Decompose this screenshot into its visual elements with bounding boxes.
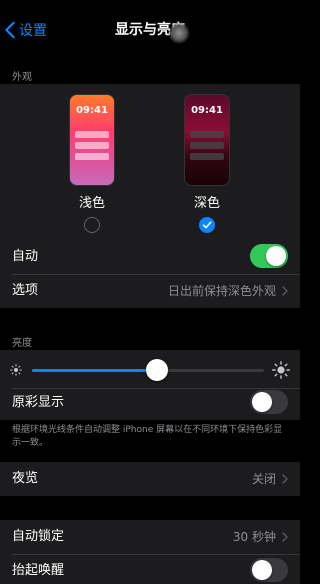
- dark-mode-option[interactable]: 09:41 深色: [172, 94, 242, 233]
- auto-appearance-row: 自动: [0, 240, 300, 274]
- checkmark-icon: [202, 221, 212, 229]
- light-mode-radio[interactable]: [84, 217, 100, 233]
- light-preview-card: [75, 153, 109, 160]
- auto-lock-label: 自动锁定: [12, 529, 65, 544]
- toggle-knob: [252, 560, 272, 580]
- dark-preview-card: [190, 131, 224, 138]
- lock-group: 自动锁定 30 秒钟 抬起唤醒: [0, 520, 300, 584]
- appearance-section-header: 外观: [12, 72, 32, 83]
- sun-small-icon: [10, 364, 22, 376]
- brightness-slider-thumb[interactable]: [146, 359, 169, 381]
- auto-lock-row[interactable]: 自动锁定 30 秒钟: [0, 520, 300, 554]
- night-shift-group: 夜览 关闭: [0, 462, 300, 496]
- brightness-group: 原彩显示: [0, 350, 300, 420]
- raise-to-wake-label: 抬起唤醒: [12, 563, 65, 578]
- toggle-knob: [252, 392, 272, 412]
- light-mode-preview: 09:41: [69, 94, 115, 186]
- dark-preview-time: 09:41: [191, 105, 223, 116]
- status-bar-notch: [75, 0, 225, 10]
- raise-to-wake-row: 抬起唤醒: [0, 554, 300, 584]
- light-preview-card: [75, 142, 109, 149]
- night-shift-value: 关闭: [251, 472, 276, 486]
- light-mode-label: 浅色: [78, 196, 105, 211]
- brightness-section-header: 亮度: [12, 338, 32, 349]
- dark-mode-radio[interactable]: [199, 217, 215, 233]
- true-tone-toggle[interactable]: [250, 390, 288, 414]
- appearance-options-label: 选项: [12, 283, 39, 298]
- dark-mode-preview: 09:41: [184, 94, 230, 186]
- auto-appearance-toggle[interactable]: [250, 244, 288, 268]
- dark-preview-card: [190, 142, 224, 149]
- chevron-right-icon: [282, 532, 288, 542]
- toggle-knob: [266, 246, 286, 266]
- night-shift-label: 夜览: [12, 471, 39, 486]
- chevron-right-icon: [282, 286, 288, 296]
- light-preview-time: 09:41: [76, 105, 108, 116]
- brightness-slider-row: [0, 350, 300, 390]
- night-shift-row[interactable]: 夜览 关闭: [0, 462, 300, 496]
- dark-preview-card: [190, 153, 224, 160]
- dark-mode-label: 深色: [193, 196, 220, 211]
- true-tone-label: 原彩显示: [12, 395, 65, 410]
- navigation-bar: 设置 显示与亮度: [0, 10, 300, 50]
- true-tone-row: 原彩显示: [0, 386, 300, 420]
- chevron-right-icon: [282, 474, 288, 484]
- appearance-group: 09:41 浅色 09:41 深色: [0, 84, 300, 240]
- appearance-settings-group: 自动 选项 日出前保持深色外观: [0, 240, 300, 308]
- auto-lock-value: 30 秒钟: [232, 530, 276, 544]
- appearance-options-value: 日出前保持深色外观: [167, 284, 276, 298]
- brightness-slider-fill: [32, 369, 158, 372]
- sun-large-icon: [272, 361, 290, 379]
- true-tone-footnote: 根据环境光线条件自动调整 iPhone 屏幕以在不同环境下保持色彩显示一致。: [12, 425, 283, 448]
- light-preview-card: [75, 131, 109, 138]
- assistive-touch-button[interactable]: [168, 22, 190, 44]
- appearance-options-row[interactable]: 选项 日出前保持深色外观: [0, 274, 300, 308]
- light-mode-option[interactable]: 09:41 浅色: [57, 94, 127, 233]
- raise-to-wake-toggle[interactable]: [250, 558, 288, 582]
- page-title: 显示与亮度: [115, 22, 185, 38]
- auto-appearance-label: 自动: [12, 249, 39, 264]
